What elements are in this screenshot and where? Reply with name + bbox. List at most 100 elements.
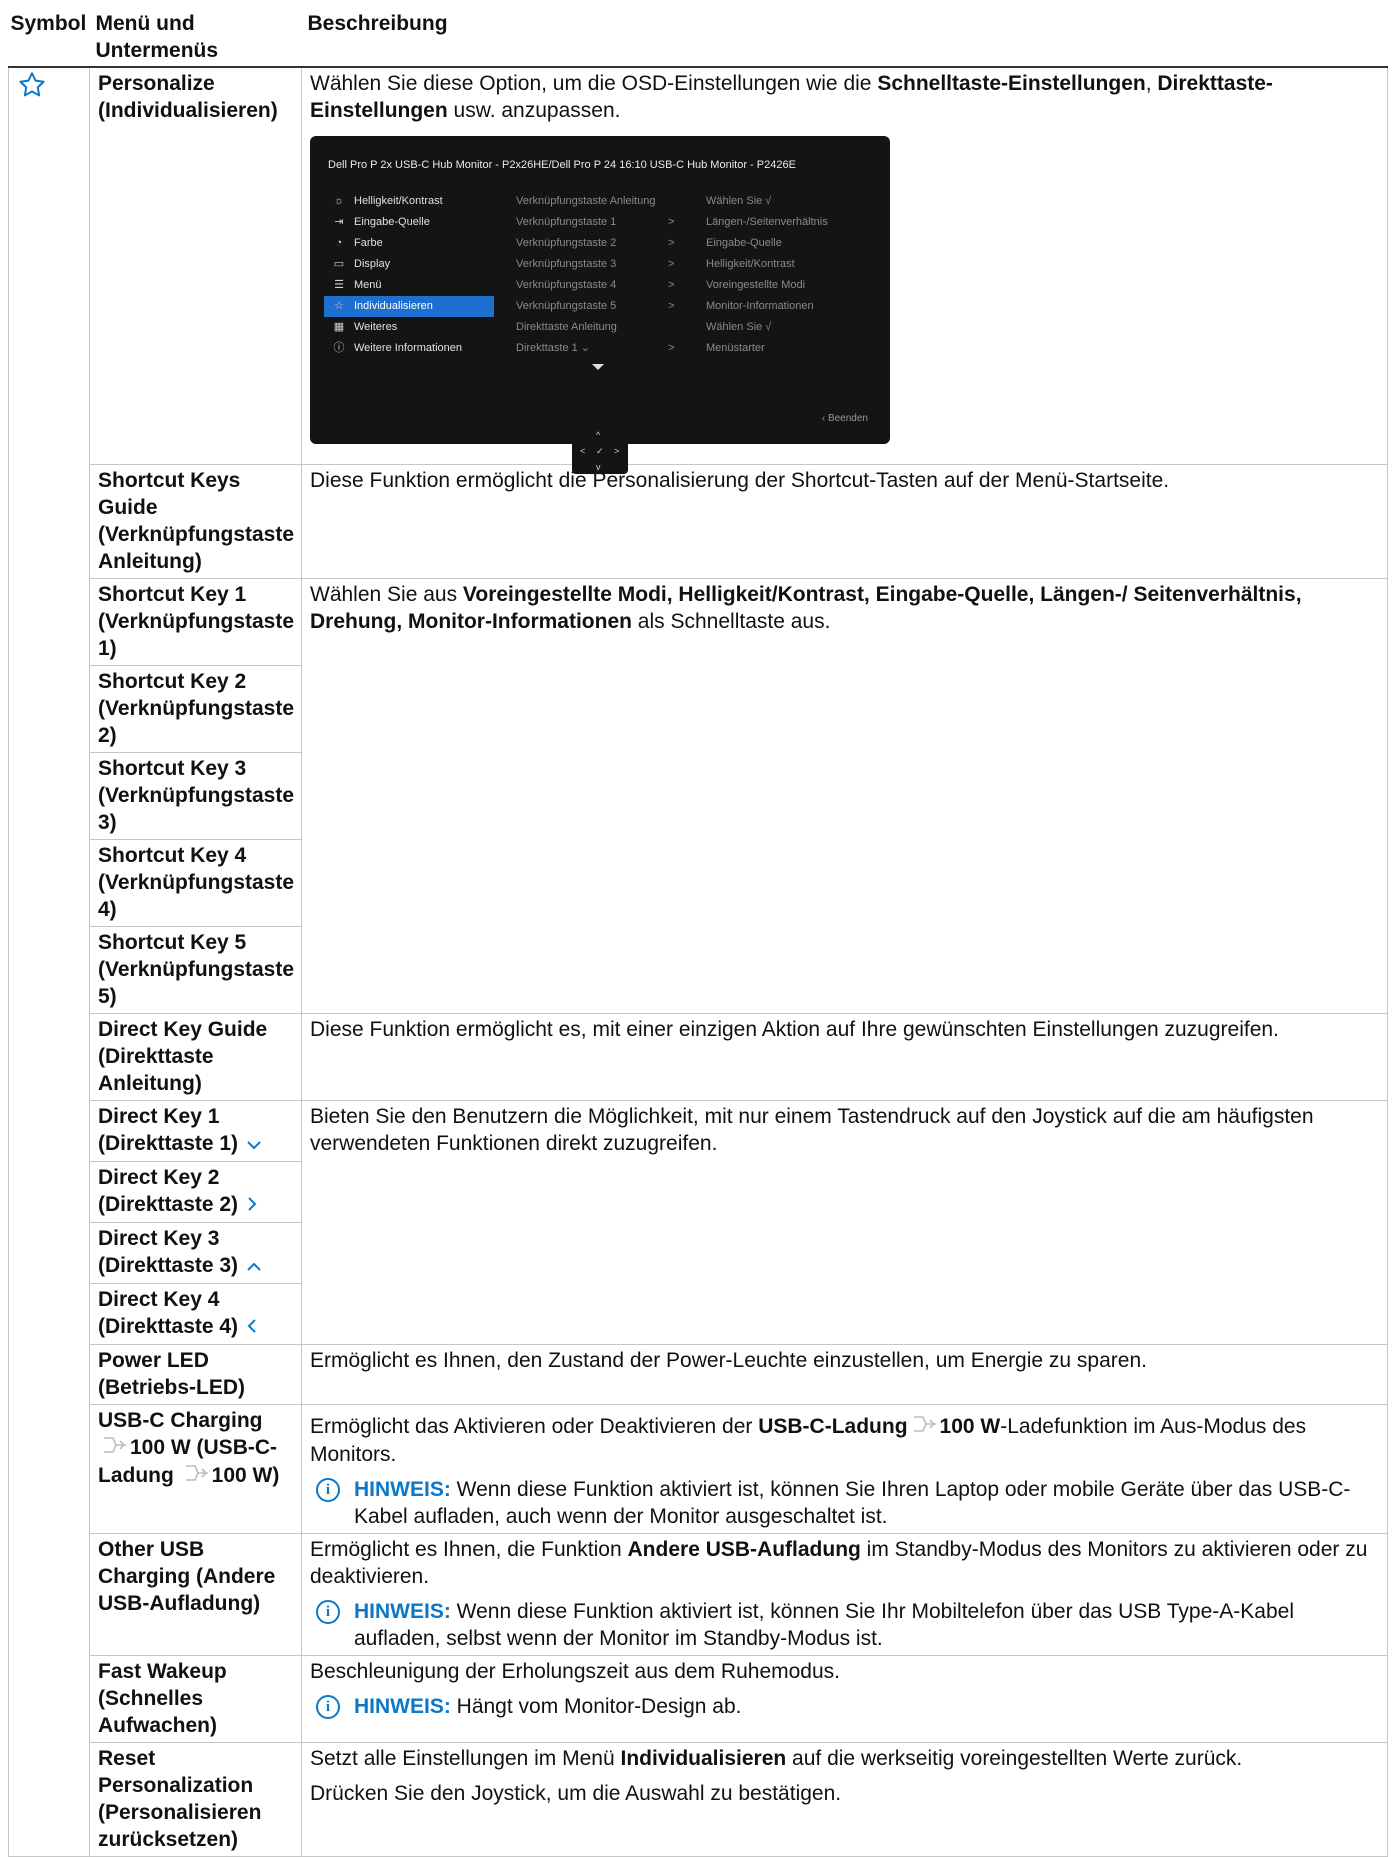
others-icon: ▦ (333, 321, 345, 333)
desc-shortcut-keys: Wählen Sie aus Voreingestellte Modi, Hel… (301, 578, 1388, 1014)
display-icon: ▭ (333, 258, 345, 270)
osd-title: Dell Pro P 2x USB-C Hub Monitor - P2x26H… (328, 159, 796, 171)
menu-direct-key-3: Direct Key 3 (Direkttaste 3) (89, 1221, 302, 1284)
osd-menu-label: Menü (354, 279, 382, 291)
joystick-icon: ^ v < > ✓ (572, 418, 628, 474)
menu-icon: ☰ (334, 279, 344, 291)
osd-menu-item: ▭ Display (324, 254, 494, 275)
osd-menu-item: ▦ Weiteres (324, 317, 494, 338)
menu-direct-key-2: Direct Key 2 (Direkttaste 2) (89, 1160, 302, 1223)
chevron-right-icon (246, 1192, 258, 1219)
chevron-right-icon: > (668, 300, 675, 312)
chevron-right-icon: > (668, 342, 675, 354)
menu-power-led: Power LED (Betriebs-LED) (89, 1343, 302, 1405)
osd-menu-label: Display (354, 258, 391, 270)
joystick-right: > (614, 446, 620, 456)
osd-values: Wählen Sie √ Längen-/Seitenverhältnis Eing… (706, 191, 876, 359)
table-row: Fast Wakeup (Schnelles Aufwachen) Beschl… (9, 1654, 1388, 1743)
menu-shortcut-key-2: Shortcut Key 2 (Verknüpfungstaste 2) (89, 665, 302, 753)
menu-other-usb: Other USB Charging (Andere USB-Aufladung… (89, 1532, 302, 1656)
power-plug-icon (100, 1435, 128, 1462)
osd-menu-label: Eingabe-Quelle (354, 216, 430, 228)
joystick-left: < (580, 446, 586, 456)
osd-menu-label: Weitere Informationen (354, 342, 463, 354)
osd-exit: ‹ Beenden (821, 413, 868, 424)
osd-submenu-item: Verknüpfungstaste 1 > (516, 212, 686, 233)
header-symbol: Symbol (8, 8, 90, 68)
chevron-left-icon (246, 1314, 258, 1341)
menu-fast-wakeup: Fast Wakeup (Schnelles Aufwachen) (89, 1654, 302, 1743)
desc-direct-keys: Bieten Sie den Benutzern die Möglichkeit… (301, 1100, 1388, 1345)
info-circle-icon: i (316, 1694, 340, 1719)
osd-value-item: Menüstarter (706, 342, 765, 354)
menu-personalize: Personalize (Individualisieren) (89, 66, 302, 465)
osd-value-item: Voreingestellte Modi (706, 279, 806, 291)
joystick-center: ✓ (596, 446, 604, 456)
table-row: Other USB Charging (Andere USB-Aufladung… (9, 1532, 1388, 1656)
osd-value-item: Helligkeit/Kontrast (706, 258, 795, 270)
osd-panel: Dell Pro P 2x USB-C Hub Monitor - P2x26H… (310, 136, 890, 444)
osd-submenu-item: Verknüpfungstaste 3 > (516, 254, 686, 275)
osd-submenu-item: Verknüpfungstaste Anleitung (516, 195, 656, 207)
osd-menu-label: Weiteres (354, 321, 398, 333)
info-icon: ⓘ (333, 342, 345, 354)
desc-other-usb: Ermöglicht es Ihnen, die Funktion Andere… (301, 1532, 1388, 1656)
desc-usbc-charging: Ermöglicht das Aktivieren oder Deaktivie… (301, 1403, 1388, 1534)
settings-table: Symbol Menü und Untermenüs Beschreibung … (8, 8, 1388, 1857)
table-header-row: Symbol Menü und Untermenüs Beschreibung (8, 8, 1388, 68)
menu-shortcut-key-5: Shortcut Key 5 (Verknüpfungstaste 5) (89, 926, 302, 1014)
symbol-cell (8, 66, 90, 1857)
osd-value-item: Wählen Sie √ (706, 195, 772, 207)
osd-submenu-item: Direkttaste 1 ⌄ > (516, 338, 686, 359)
desc-power-led: Ermöglicht es Ihnen, den Zustand der Pow… (301, 1343, 1388, 1405)
chevron-right-icon: > (668, 216, 675, 228)
osd-menu-item: ⓘ Weitere Informationen (324, 338, 494, 359)
osd-value-item: Monitor-Informationen (706, 300, 814, 312)
osd-main-menu: ☼ Helligkeit/Kontrast ⇥ Eingabe-Quelle ◔ Farb… (324, 191, 494, 359)
table-row: Shortcut Keys Guide (Verknüpfungstaste A… (9, 464, 1388, 579)
note: i HINWEIS: Wenn diese Funktion aktiviert … (310, 1476, 1379, 1530)
chevron-up-icon (246, 1253, 262, 1280)
note: i HINWEIS: Wenn diese Funktion aktiviert … (310, 1598, 1379, 1652)
menu-shortcut-key-1: Shortcut Key 1 (Verknüpfungstaste 1) (89, 578, 302, 666)
power-plug-icon (910, 1414, 938, 1441)
menu-direct-key-1: Direct Key 1 (Direkttaste 1) (89, 1100, 302, 1162)
power-plug-icon (182, 1463, 210, 1490)
desc-direct-guide: Diese Funktion ermöglicht es, mit einer … (301, 1013, 1388, 1101)
osd-submenu: Verknüpfungstaste Anleitung Verknüpfungst… (516, 191, 686, 359)
chevron-right-icon: > (668, 279, 675, 291)
osd-submenu-item: Direkttaste Anleitung (516, 321, 617, 333)
menu-shortcut-guide: Shortcut Keys Guide (Verknüpfungstaste A… (89, 464, 302, 579)
input-source-icon: ⇥ (334, 216, 344, 228)
info-circle-icon: i (316, 1599, 340, 1624)
table-row: USB-C Charging 100 W (USB-C-Ladung 100 W… (9, 1403, 1388, 1534)
menu-direct-guide: Direct Key Guide (Direkttaste Anleitung) (89, 1013, 302, 1101)
info-circle-icon: i (316, 1477, 340, 1502)
osd-menu-item: ☼ Helligkeit/Kontrast (324, 191, 494, 212)
header-menu: Menü und Untermenüs (89, 8, 302, 68)
table-row: Shortcut Key 1 (Verknüpfungstaste 1) Wäh… (9, 578, 1388, 1014)
table-row: Power LED (Betriebs-LED) Ermöglicht es I… (9, 1343, 1388, 1405)
chevron-down-icon (246, 1131, 262, 1158)
osd-submenu-item: Verknüpfungstaste 2 > (516, 233, 686, 254)
osd-screenshot: Dell Pro P 2x USB-C Hub Monitor - P2x26H… (310, 136, 890, 474)
menu-shortcut-key-3: Shortcut Key 3 (Verknüpfungstaste 3) (89, 752, 302, 840)
menu-shortcut-key-4: Shortcut Key 4 (Verknüpfungstaste 4) (89, 839, 302, 927)
osd-menu-item: ☆ Individualisieren (324, 296, 494, 317)
osd-value-item: Längen-/Seitenverhältnis (706, 216, 828, 228)
note: i HINWEIS: Hängt vom Monitor-Design ab. (310, 1693, 1379, 1720)
osd-value-item: Wählen Sie √ (706, 321, 772, 333)
osd-value-item: Eingabe-Quelle (706, 237, 782, 249)
chevron-right-icon: > (668, 258, 675, 270)
osd-submenu-item: Verknüpfungstaste 5 > (516, 296, 686, 317)
desc-fast-wakeup: Beschleunigung der Erholungszeit aus dem… (301, 1654, 1388, 1743)
osd-submenu-item: Verknüpfungstaste 4 > (516, 275, 686, 296)
header-description: Beschreibung (301, 8, 1388, 68)
table-row: Personalize (Individualisieren) Wählen S… (8, 66, 1388, 1857)
osd-menu-item: ☰ Menü (324, 275, 494, 296)
star-icon: ☆ (334, 300, 344, 312)
brightness-icon: ☼ (333, 195, 345, 207)
menu-usbc-charging: USB-C Charging 100 W (USB-C-Ladung 100 W… (89, 1403, 302, 1534)
osd-menu-item: ⇥ Eingabe-Quelle (324, 212, 494, 233)
desc-shortcut-guide: Diese Funktion ermöglicht die Personalis… (301, 464, 1388, 579)
